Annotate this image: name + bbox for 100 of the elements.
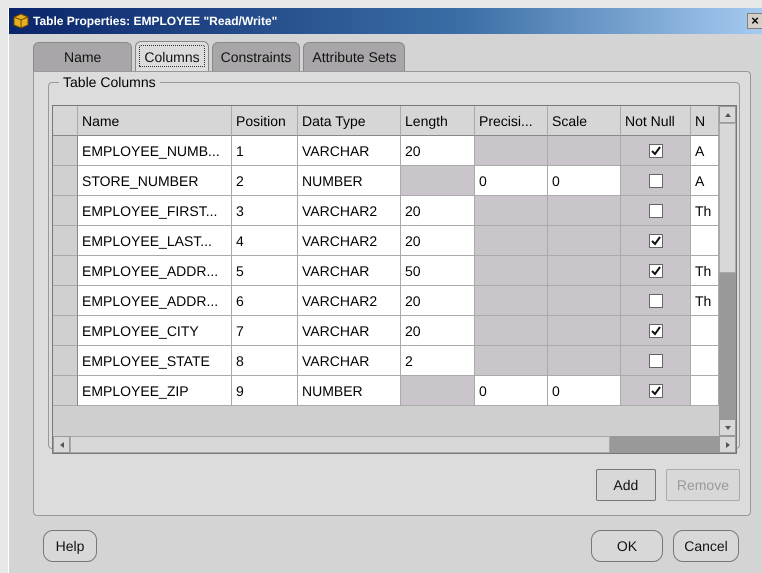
table-cell[interactable]: VARCHAR2 xyxy=(298,286,401,316)
table-cell[interactable]: STORE_NUMBER xyxy=(78,166,232,196)
table-cell[interactable]: EMPLOYEE_NUMB... xyxy=(78,136,232,166)
table-cell[interactable] xyxy=(401,376,475,406)
table-cell[interactable] xyxy=(475,196,548,226)
table-cell[interactable]: EMPLOYEE_FIRST... xyxy=(78,196,232,226)
dialog-button[interactable]: Cancel xyxy=(673,530,739,562)
row-header[interactable] xyxy=(53,256,78,286)
table-cell[interactable]: EMPLOYEE_ZIP xyxy=(78,376,232,406)
row-header[interactable] xyxy=(53,346,78,376)
table-cell[interactable]: 20 xyxy=(401,136,475,166)
checkbox[interactable] xyxy=(648,174,662,188)
table-cell[interactable]: 2 xyxy=(232,166,298,196)
column-header[interactable]: Scale xyxy=(548,106,621,136)
table-cell[interactable] xyxy=(548,316,621,346)
table-cell[interactable]: VARCHAR2 xyxy=(298,196,401,226)
column-header[interactable]: Position xyxy=(232,106,298,136)
column-header[interactable]: N xyxy=(691,106,719,136)
checkbox[interactable] xyxy=(648,234,662,248)
tab[interactable]: Attribute Sets xyxy=(303,42,406,71)
table-cell[interactable] xyxy=(691,316,719,346)
dialog-button[interactable]: OK xyxy=(591,530,663,562)
table-cell[interactable] xyxy=(475,346,548,376)
table-cell[interactable]: A xyxy=(691,166,719,196)
table-cell[interactable] xyxy=(475,226,548,256)
table-cell[interactable]: 0 xyxy=(475,166,548,196)
table-cell[interactable]: 0 xyxy=(548,376,621,406)
table-cell[interactable]: EMPLOYEE_CITY xyxy=(78,316,232,346)
table-cell[interactable]: 20 xyxy=(401,226,475,256)
table-cell[interactable]: Th xyxy=(691,286,719,316)
column-header[interactable]: Name xyxy=(78,106,232,136)
vertical-scrollbar[interactable] xyxy=(719,106,736,436)
row-header[interactable] xyxy=(53,136,78,166)
table-cell[interactable]: 0 xyxy=(475,376,548,406)
table-cell[interactable]: 20 xyxy=(401,316,475,346)
column-header[interactable]: Not Null xyxy=(621,106,691,136)
column-header[interactable]: Length xyxy=(401,106,475,136)
tab[interactable]: Columns xyxy=(135,41,209,71)
table-cell[interactable] xyxy=(691,226,719,256)
table-cell[interactable] xyxy=(475,286,548,316)
table-cell[interactable]: 50 xyxy=(401,256,475,286)
table-cell[interactable] xyxy=(548,196,621,226)
close-button[interactable]: × xyxy=(747,13,762,29)
table-cell[interactable]: EMPLOYEE_STATE xyxy=(78,346,232,376)
row-header[interactable] xyxy=(53,376,78,406)
table-cell[interactable]: 2 xyxy=(401,346,475,376)
table-cell[interactable] xyxy=(548,286,621,316)
table-cell[interactable]: Th xyxy=(691,196,719,226)
table-cell[interactable]: 20 xyxy=(401,196,475,226)
table-cell[interactable]: 4 xyxy=(232,226,298,256)
table-cell[interactable]: VARCHAR xyxy=(298,136,401,166)
table-cell[interactable] xyxy=(691,376,719,406)
row-header[interactable] xyxy=(53,286,78,316)
tab[interactable]: Constraints xyxy=(212,42,300,71)
table-cell[interactable]: A xyxy=(691,136,719,166)
checkbox[interactable] xyxy=(648,384,662,398)
table-cell[interactable] xyxy=(401,166,475,196)
help-button[interactable]: Help xyxy=(43,530,97,562)
table-action-button[interactable]: Add xyxy=(596,469,656,501)
column-header[interactable]: Data Type xyxy=(298,106,401,136)
table-cell[interactable]: 5 xyxy=(232,256,298,286)
table-cell[interactable]: 8 xyxy=(232,346,298,376)
table-cell[interactable] xyxy=(548,256,621,286)
table-cell[interactable]: EMPLOYEE_ADDR... xyxy=(78,286,232,316)
checkbox[interactable] xyxy=(648,324,662,338)
table-cell[interactable]: Th xyxy=(691,256,719,286)
table-cell[interactable]: VARCHAR xyxy=(298,316,401,346)
table-cell[interactable]: 6 xyxy=(232,286,298,316)
table-cell[interactable]: 3 xyxy=(232,196,298,226)
table-cell[interactable] xyxy=(548,346,621,376)
table-cell[interactable]: VARCHAR xyxy=(298,346,401,376)
table-cell[interactable]: 0 xyxy=(548,166,621,196)
table-cell[interactable]: 1 xyxy=(232,136,298,166)
row-header[interactable] xyxy=(53,166,78,196)
horizontal-scrollbar[interactable] xyxy=(53,436,736,453)
table-cell[interactable] xyxy=(548,226,621,256)
row-header[interactable] xyxy=(53,316,78,346)
table-cell[interactable] xyxy=(548,136,621,166)
table-cell[interactable]: VARCHAR xyxy=(298,256,401,286)
table-cell[interactable]: VARCHAR2 xyxy=(298,226,401,256)
checkbox[interactable] xyxy=(648,354,662,368)
table-cell[interactable]: NUMBER xyxy=(298,166,401,196)
table-cell[interactable] xyxy=(475,316,548,346)
table-cell[interactable]: 7 xyxy=(232,316,298,346)
table-cell[interactable]: 9 xyxy=(232,376,298,406)
table-cell[interactable]: EMPLOYEE_ADDR... xyxy=(78,256,232,286)
row-header[interactable] xyxy=(53,196,78,226)
column-header[interactable]: Precisi... xyxy=(475,106,548,136)
table-cell[interactable] xyxy=(475,256,548,286)
table-cell[interactable]: NUMBER xyxy=(298,376,401,406)
table-cell[interactable] xyxy=(475,136,548,166)
checkbox[interactable] xyxy=(648,264,662,278)
checkbox[interactable] xyxy=(648,204,662,218)
tab[interactable]: Name xyxy=(33,42,132,71)
checkbox[interactable] xyxy=(648,294,662,308)
checkbox[interactable] xyxy=(648,144,662,158)
row-header[interactable] xyxy=(53,226,78,256)
table-cell[interactable]: EMPLOYEE_LAST... xyxy=(78,226,232,256)
table-cell[interactable]: 20 xyxy=(401,286,475,316)
table-cell[interactable] xyxy=(691,346,719,376)
